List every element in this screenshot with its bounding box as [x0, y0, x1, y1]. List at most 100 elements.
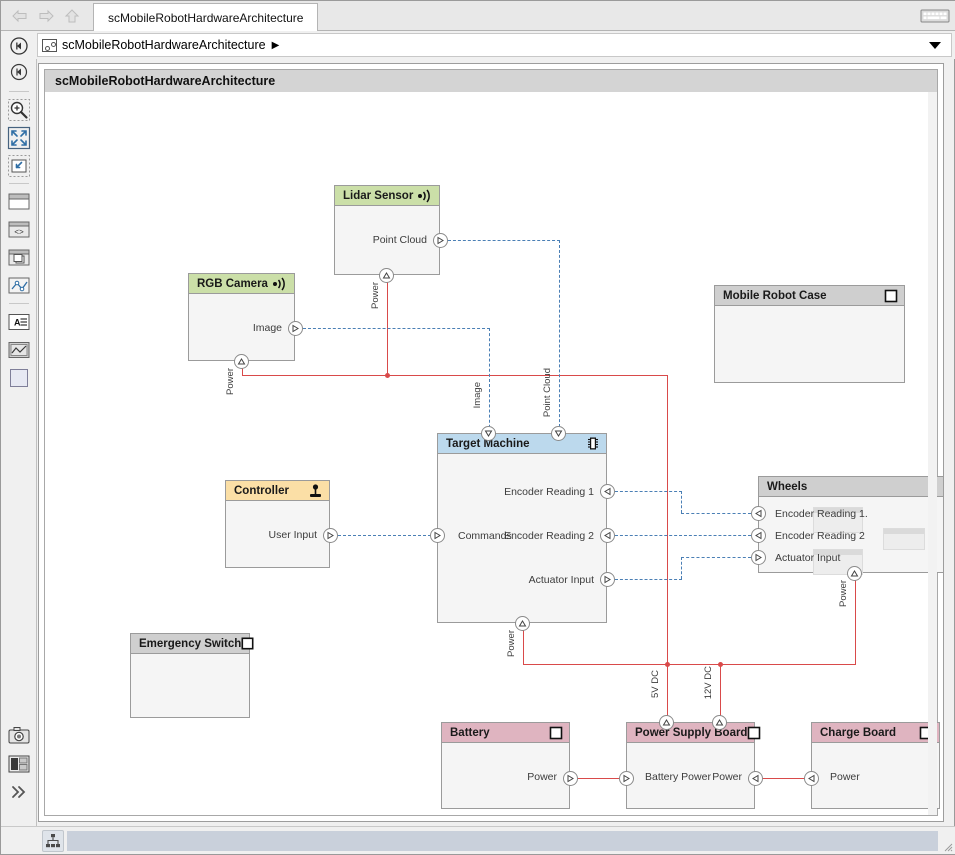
connector-tool[interactable]	[6, 273, 32, 299]
wire-encoder2	[615, 535, 751, 536]
diagram-canvas[interactable]: scMobileRobotHardwareArchitecture Lidar …	[38, 63, 944, 822]
canvas-vertical-scrollbar[interactable]	[928, 92, 937, 815]
wire-actuator-h1	[615, 579, 682, 580]
block-title: Wheels	[767, 480, 808, 493]
port-psb-12v-dc-out[interactable]	[712, 715, 727, 730]
block-controller[interactable]: Controller User Input	[225, 480, 330, 568]
block-lidar-sensor[interactable]: Lidar Sensor Point Cloud	[334, 185, 440, 275]
breadcrumb-separator: ▶	[271, 39, 280, 51]
wire-wheels-power	[855, 573, 856, 665]
port-psb-5v-dc-out[interactable]	[659, 715, 674, 730]
wire-junction	[385, 373, 390, 378]
nav-up-button[interactable]	[61, 6, 83, 26]
port-point-cloud-in[interactable]	[551, 426, 566, 441]
block-header: Emergency Switch	[131, 634, 254, 654]
wire-point-cloud-v	[559, 240, 560, 437]
port-label-tm-point-cloud: Point Cloud	[542, 368, 553, 418]
port-label-rgb-power: Power	[225, 368, 236, 395]
port-label-tm-image: Image	[472, 382, 483, 409]
port-wheels-encoder-2-out[interactable]	[751, 528, 766, 543]
port-user-input-out[interactable]	[323, 528, 338, 543]
port-wheels-encoder-1-out[interactable]	[751, 506, 766, 521]
diagram-inner: scMobileRobotHardwareArchitecture Lidar …	[44, 69, 943, 816]
block-title: Lidar Sensor	[343, 189, 414, 202]
wire-5v-dc	[667, 664, 668, 719]
explore-mode-tool[interactable]	[6, 59, 32, 85]
port-tm-power-in[interactable]	[515, 616, 530, 631]
block-header: Target Machine	[438, 434, 606, 454]
block-title: Power Supply Board	[635, 726, 748, 739]
block-title: Mobile Robot Case	[723, 289, 827, 302]
block-wheels[interactable]: Wheels Encoder Reading 1. Encoder Readin…	[758, 476, 943, 575]
component-tool[interactable]	[6, 189, 32, 215]
port-lidar-power-in[interactable]	[379, 268, 394, 283]
nav-back-button[interactable]	[9, 6, 31, 26]
port-encoder-1-in[interactable]	[600, 484, 615, 499]
square-outline-icon	[747, 726, 761, 740]
port-psb-battery-power-in[interactable]	[619, 771, 634, 786]
expand-toolbar-button[interactable]	[6, 779, 32, 805]
hierarchy-icon[interactable]	[42, 830, 64, 852]
port-image-in[interactable]	[481, 426, 496, 441]
port-point-cloud-out[interactable]	[433, 233, 448, 248]
zoom-in-tool[interactable]	[6, 97, 32, 123]
area-tool[interactable]	[6, 365, 32, 391]
port-image-out[interactable]	[288, 321, 303, 336]
square-outline-icon	[241, 637, 254, 650]
port-rgb-power-in[interactable]	[234, 354, 249, 369]
port-actuator-input-out[interactable]	[600, 572, 615, 587]
tab-model[interactable]: scMobileRobotHardwareArchitecture	[93, 3, 319, 31]
block-header: RGB Camera	[189, 274, 294, 294]
joystick-icon	[308, 483, 323, 498]
block-emergency-switch[interactable]: Emergency Switch	[130, 633, 254, 718]
port-commands-in[interactable]	[430, 528, 445, 543]
block-charge-board[interactable]: Charge Board Power	[811, 722, 940, 809]
chevron-down-icon[interactable]	[929, 42, 941, 49]
diagram-surface[interactable]: Lidar Sensor Point Cloud Power RGB Camer…	[45, 92, 943, 815]
breadcrumb[interactable]: scMobileRobotHardwareArchitecture ▶	[37, 33, 952, 57]
port-label-psb-battery-power: Battery Power	[645, 771, 711, 783]
wire-image-v	[489, 328, 490, 438]
port-battery-power-out[interactable]	[563, 771, 578, 786]
port-encoder-2-in[interactable]	[600, 528, 615, 543]
block-mobile-robot-case[interactable]: Mobile Robot Case	[714, 285, 905, 383]
block-rgb-camera[interactable]: RGB Camera Image	[188, 273, 295, 361]
breadcrumb-back-button[interactable]	[9, 36, 29, 56]
wire-junction	[718, 662, 723, 667]
tab-label: scMobileRobotHardwareArchitecture	[108, 10, 304, 25]
block-power-supply-board[interactable]: Power Supply Board Battery Power Power	[626, 722, 761, 809]
port-label-encoder-1: Encoder Reading 1	[504, 486, 594, 498]
status-bar	[1, 826, 955, 854]
annotation-tool[interactable]: A	[6, 309, 32, 335]
port-label-battery-power: Power	[527, 771, 557, 783]
chart-thumbnail-tool[interactable]	[6, 337, 32, 363]
port-label-wheels-encoder-1: Encoder Reading 1.	[775, 508, 868, 520]
layout-panel-tool[interactable]	[6, 751, 32, 777]
block-target-machine[interactable]: Target Machine Commands Encoder Reading …	[437, 433, 607, 623]
wire-image-h	[303, 328, 490, 329]
ghost-inner-block	[883, 528, 925, 550]
block-title: Controller	[234, 484, 289, 497]
resize-grip-icon[interactable]	[941, 839, 953, 852]
nav-forward-button[interactable]	[35, 6, 57, 26]
block-battery[interactable]: Battery Power	[441, 722, 570, 809]
zoom-to-selection-tool[interactable]	[6, 153, 32, 179]
chip-icon	[586, 436, 600, 451]
port-wheels-actuator-in[interactable]	[751, 550, 766, 565]
camera-tool[interactable]	[6, 723, 32, 749]
keyboard-icon[interactable]	[920, 7, 950, 25]
port-wheels-power-in[interactable]	[847, 566, 862, 581]
left-toolbar: <> A	[1, 59, 37, 826]
interface-tool[interactable]: <>	[6, 217, 32, 243]
block-header: Controller	[226, 481, 329, 501]
fit-to-view-tool[interactable]	[6, 125, 32, 151]
port-label-user-input: User Input	[268, 529, 317, 541]
ghost-inner-header	[884, 529, 924, 534]
port-psb-power-out[interactable]	[748, 771, 763, 786]
block-title: Charge Board	[820, 726, 897, 739]
port-cb-power-in[interactable]	[804, 771, 819, 786]
reference-component-tool[interactable]	[6, 245, 32, 271]
breadcrumb-path: scMobileRobotHardwareArchitecture	[62, 38, 266, 52]
wire-lidar-power	[387, 274, 388, 376]
port-label-lidar-power: Power	[370, 282, 381, 309]
